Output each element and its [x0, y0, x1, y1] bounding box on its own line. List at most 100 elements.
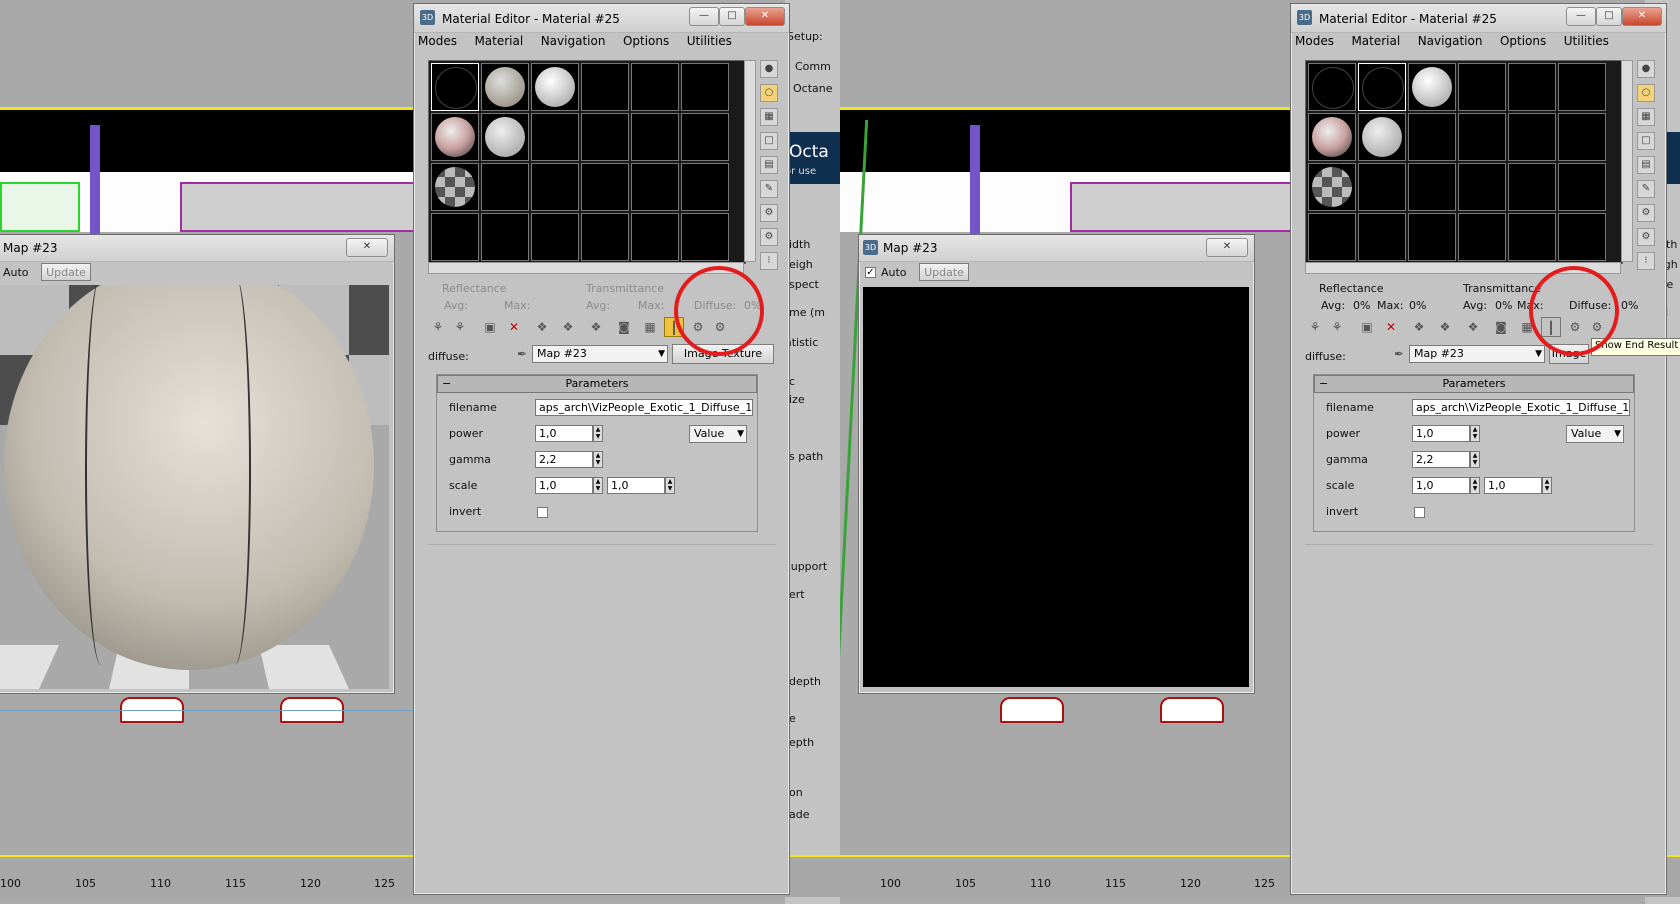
- scale-y-field[interactable]: 1,0: [1484, 477, 1542, 494]
- material-slot-10[interactable]: [1458, 113, 1506, 161]
- material-slot-18[interactable]: [681, 163, 729, 211]
- backlight-icon[interactable]: ○: [1637, 84, 1655, 102]
- material-slot-11[interactable]: [631, 113, 679, 161]
- material-slot-21[interactable]: [1408, 213, 1456, 261]
- material-navigator-icon[interactable]: ⁝: [1637, 252, 1655, 270]
- minimize-button[interactable]: —: [1566, 7, 1596, 26]
- material-slot-5[interactable]: [631, 63, 679, 111]
- parameters-rollout-header[interactable]: − Parameters: [437, 375, 757, 393]
- gamma-field[interactable]: 2,2: [1412, 451, 1470, 468]
- material-slot-7[interactable]: [1308, 113, 1356, 161]
- put-to-library-icon[interactable]: ❖: [586, 317, 606, 337]
- put-to-library-icon[interactable]: ❖: [1463, 317, 1483, 337]
- material-slot-16[interactable]: [1458, 163, 1506, 211]
- power-mode-dropdown[interactable]: Value ▼: [689, 425, 747, 443]
- material-slot-5[interactable]: [1508, 63, 1556, 111]
- put-to-scene-icon[interactable]: ⚘: [1327, 317, 1347, 337]
- options-icon[interactable]: ⚙: [1637, 204, 1655, 222]
- material-id-icon[interactable]: ◙: [614, 317, 634, 337]
- material-editor-window[interactable]: 3D Material Editor - Material #25 — □ ✕ …: [1290, 3, 1680, 895]
- assign-material-icon[interactable]: ▣: [480, 317, 500, 337]
- maximize-button[interactable]: □: [719, 7, 745, 26]
- scale-x-spinner[interactable]: ▲ ▼: [1470, 477, 1480, 494]
- copy-material-icon[interactable]: ❖: [1409, 317, 1429, 337]
- material-slot-17[interactable]: [1508, 163, 1556, 211]
- assign-material-icon[interactable]: ▣: [1357, 317, 1377, 337]
- map-window-titlebar[interactable]: Map #23 ✕: [0, 235, 394, 262]
- material-editor-titlebar[interactable]: 3D Material Editor - Material #25 — □ ✕: [1291, 4, 1666, 33]
- material-slot-13[interactable]: [1308, 163, 1356, 211]
- put-to-scene-icon[interactable]: ⚘: [450, 317, 470, 337]
- material-slot-2[interactable]: [1358, 63, 1406, 111]
- scale-x-field[interactable]: 1,0: [1412, 477, 1470, 494]
- power-spinner[interactable]: ▲ ▼: [593, 425, 603, 442]
- map-auto-label[interactable]: Auto: [3, 266, 29, 279]
- material-slot-14[interactable]: [481, 163, 529, 211]
- map-window-close-button[interactable]: ✕: [346, 238, 388, 257]
- select-by-material-icon[interactable]: ⚙: [1637, 228, 1655, 246]
- get-material-icon[interactable]: ⚘: [1305, 317, 1325, 337]
- material-slot-7[interactable]: [431, 113, 479, 161]
- material-slot-22[interactable]: [1458, 213, 1506, 261]
- material-slot-4[interactable]: [581, 63, 629, 111]
- material-slot-8[interactable]: [1358, 113, 1406, 161]
- material-slot-4[interactable]: [1458, 63, 1506, 111]
- material-slot-2[interactable]: [481, 63, 529, 111]
- map-auto-label[interactable]: Auto: [881, 266, 907, 279]
- map-window-close-button[interactable]: ✕: [1206, 238, 1248, 257]
- menu-modes[interactable]: Modes: [1295, 34, 1334, 48]
- material-slot-8[interactable]: [481, 113, 529, 161]
- sample-uv-icon[interactable]: □: [760, 132, 778, 150]
- map-window[interactable]: Map #23 ✕ Auto Update: [0, 234, 395, 694]
- menu-options[interactable]: Options: [1500, 34, 1546, 48]
- material-slot-15[interactable]: [531, 163, 579, 211]
- material-slot-1[interactable]: [1308, 63, 1356, 111]
- material-editor-titlebar[interactable]: 3D Material Editor - Material #25 — □ ✕: [414, 4, 789, 33]
- sample-type-icon[interactable]: ●: [760, 60, 778, 78]
- material-slot-20[interactable]: [1358, 213, 1406, 261]
- material-id-icon[interactable]: ◙: [1491, 317, 1511, 337]
- material-slot-18[interactable]: [1558, 163, 1606, 211]
- menu-utilities[interactable]: Utilities: [687, 34, 732, 48]
- material-slot-15[interactable]: [1408, 163, 1456, 211]
- menu-material[interactable]: Material: [1351, 34, 1400, 48]
- map-window-titlebar[interactable]: 3D Map #23 ✕: [859, 235, 1254, 262]
- background-checker-icon[interactable]: ▦: [760, 108, 778, 126]
- minimize-button[interactable]: —: [689, 7, 719, 26]
- select-by-material-icon[interactable]: ⚙: [760, 228, 778, 246]
- scale-x-spinner[interactable]: ▲ ▼: [593, 477, 603, 494]
- material-slot-19[interactable]: [1308, 213, 1356, 261]
- material-slot-3[interactable]: [531, 63, 579, 111]
- maximize-button[interactable]: □: [1596, 7, 1622, 26]
- slot-grid-vscrollbar[interactable]: [1621, 60, 1633, 262]
- menu-options[interactable]: Options: [623, 34, 669, 48]
- power-field[interactable]: 1,0: [535, 425, 593, 442]
- material-navigator-icon[interactable]: ⁝: [760, 252, 778, 270]
- power-field[interactable]: 1,0: [1412, 425, 1470, 442]
- invert-checkbox[interactable]: [537, 507, 548, 518]
- make-preview-icon[interactable]: ✎: [760, 180, 778, 198]
- close-button[interactable]: ✕: [1622, 7, 1662, 26]
- reset-map-icon[interactable]: ✕: [504, 317, 524, 337]
- material-slot-16[interactable]: [581, 163, 629, 211]
- map-name-dropdown[interactable]: Map #23 ▼: [1409, 345, 1545, 363]
- scale-y-field[interactable]: 1,0: [607, 477, 665, 494]
- make-unique-icon[interactable]: ❖: [558, 317, 578, 337]
- sample-type-icon[interactable]: ●: [1637, 60, 1655, 78]
- scale-y-spinner[interactable]: ▲ ▼: [665, 477, 675, 494]
- power-mode-dropdown[interactable]: Value ▼: [1566, 425, 1624, 443]
- map-window[interactable]: 3D Map #23 ✕ ✓ Auto Update: [858, 234, 1255, 694]
- show-map-viewport-icon[interactable]: ▦: [640, 317, 660, 337]
- scale-x-field[interactable]: 1,0: [535, 477, 593, 494]
- slot-grid-vscrollbar[interactable]: [744, 60, 756, 262]
- map-update-button[interactable]: Update: [41, 263, 91, 281]
- material-slot-13[interactable]: [431, 163, 479, 211]
- close-button[interactable]: ✕: [745, 7, 785, 26]
- video-color-check-icon[interactable]: ▤: [760, 156, 778, 174]
- options-icon[interactable]: ⚙: [760, 204, 778, 222]
- backlight-icon[interactable]: ○: [760, 84, 778, 102]
- material-slot-12[interactable]: [681, 113, 729, 161]
- power-spinner[interactable]: ▲ ▼: [1470, 425, 1480, 442]
- material-editor-window[interactable]: 3D Material Editor - Material #25 — □ ✕ …: [413, 3, 790, 895]
- eyedropper-icon[interactable]: ✒: [512, 344, 532, 364]
